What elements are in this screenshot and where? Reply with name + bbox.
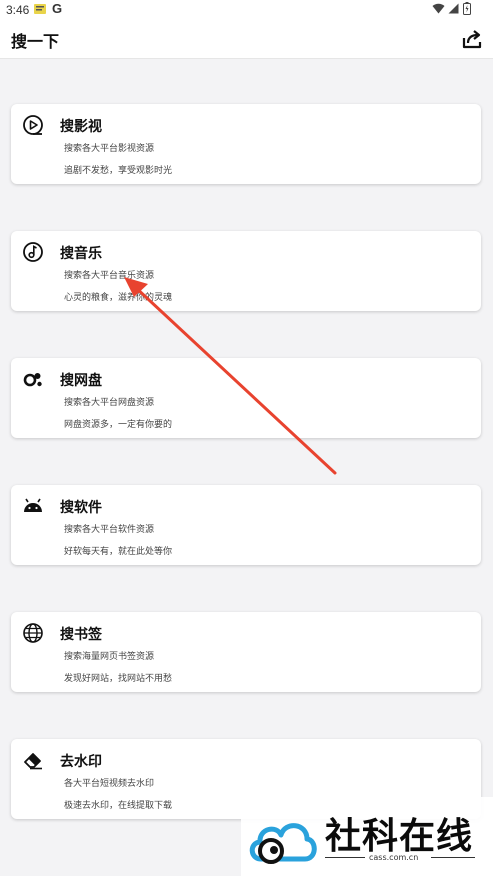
card-description: 搜索海量网页书签资源 [64, 652, 155, 662]
status-time: 3:46 [6, 3, 30, 17]
watermark-rule [325, 857, 365, 858]
status-bar: 3:46 G [0, 0, 493, 20]
cloud-link-icon [22, 368, 44, 390]
notification-icon [33, 2, 47, 19]
music-note-icon [22, 241, 44, 263]
card-search-software[interactable]: 搜软件 搜索各大平台软件资源 好软每天有，就在此处等你 [11, 485, 481, 565]
card-subtitle: 心灵的粮食，滋养你的灵魂 [64, 293, 173, 303]
cloud-logo-icon [247, 813, 319, 867]
card-title: 去水印 [60, 754, 102, 770]
wifi-icon [432, 3, 445, 17]
android-icon [22, 495, 44, 517]
app-bar: 搜一下 [0, 20, 493, 59]
page-title: 搜一下 [11, 32, 60, 51]
card-subtitle: 网盘资源多，一定有你要的 [64, 420, 173, 430]
card-search-bookmarks[interactable]: 搜书签 搜索海量网页书签资源 发现好网站，找网站不用愁 [11, 612, 481, 692]
watermark-text: 社科在线 [325, 816, 474, 857]
card-subtitle: 追剧不发愁，享受观影时光 [64, 166, 173, 176]
play-circle-icon [22, 114, 44, 136]
card-description: 搜索各大平台音乐资源 [64, 271, 155, 281]
signal-icon [448, 3, 459, 17]
card-search-netdisk[interactable]: 搜网盘 搜索各大平台网盘资源 网盘资源多，一定有你要的 [11, 358, 481, 438]
globe-icon [22, 622, 44, 644]
card-search-video[interactable]: 搜影视 搜索各大平台影视资源 追剧不发愁，享受观影时光 [11, 104, 481, 184]
battery-icon [463, 2, 471, 18]
google-icon: G [52, 1, 63, 16]
card-title: 搜网盘 [60, 373, 102, 389]
share-icon[interactable] [461, 28, 483, 50]
card-search-music[interactable]: 搜音乐 搜索各大平台音乐资源 心灵的粮食，滋养你的灵魂 [11, 231, 481, 311]
card-title: 搜影视 [60, 119, 102, 135]
card-description: 搜索各大平台软件资源 [64, 525, 155, 535]
card-subtitle: 发现好网站，找网站不用愁 [64, 674, 173, 684]
watermark-url: cass.com.cn [369, 853, 419, 862]
eraser-icon [22, 749, 44, 771]
card-subtitle: 好软每天有，就在此处等你 [64, 547, 173, 557]
card-title: 搜软件 [60, 500, 102, 516]
card-title: 搜音乐 [60, 246, 102, 262]
card-title: 搜书签 [60, 627, 102, 643]
watermark: 社科在线 cass.com.cn [241, 797, 493, 876]
card-description: 各大平台短视频去水印 [64, 779, 155, 789]
card-subtitle: 极速去水印，在线提取下载 [64, 801, 173, 811]
watermark-rule [431, 857, 475, 858]
card-description: 搜索各大平台影视资源 [64, 144, 155, 154]
card-description: 搜索各大平台网盘资源 [64, 398, 155, 408]
